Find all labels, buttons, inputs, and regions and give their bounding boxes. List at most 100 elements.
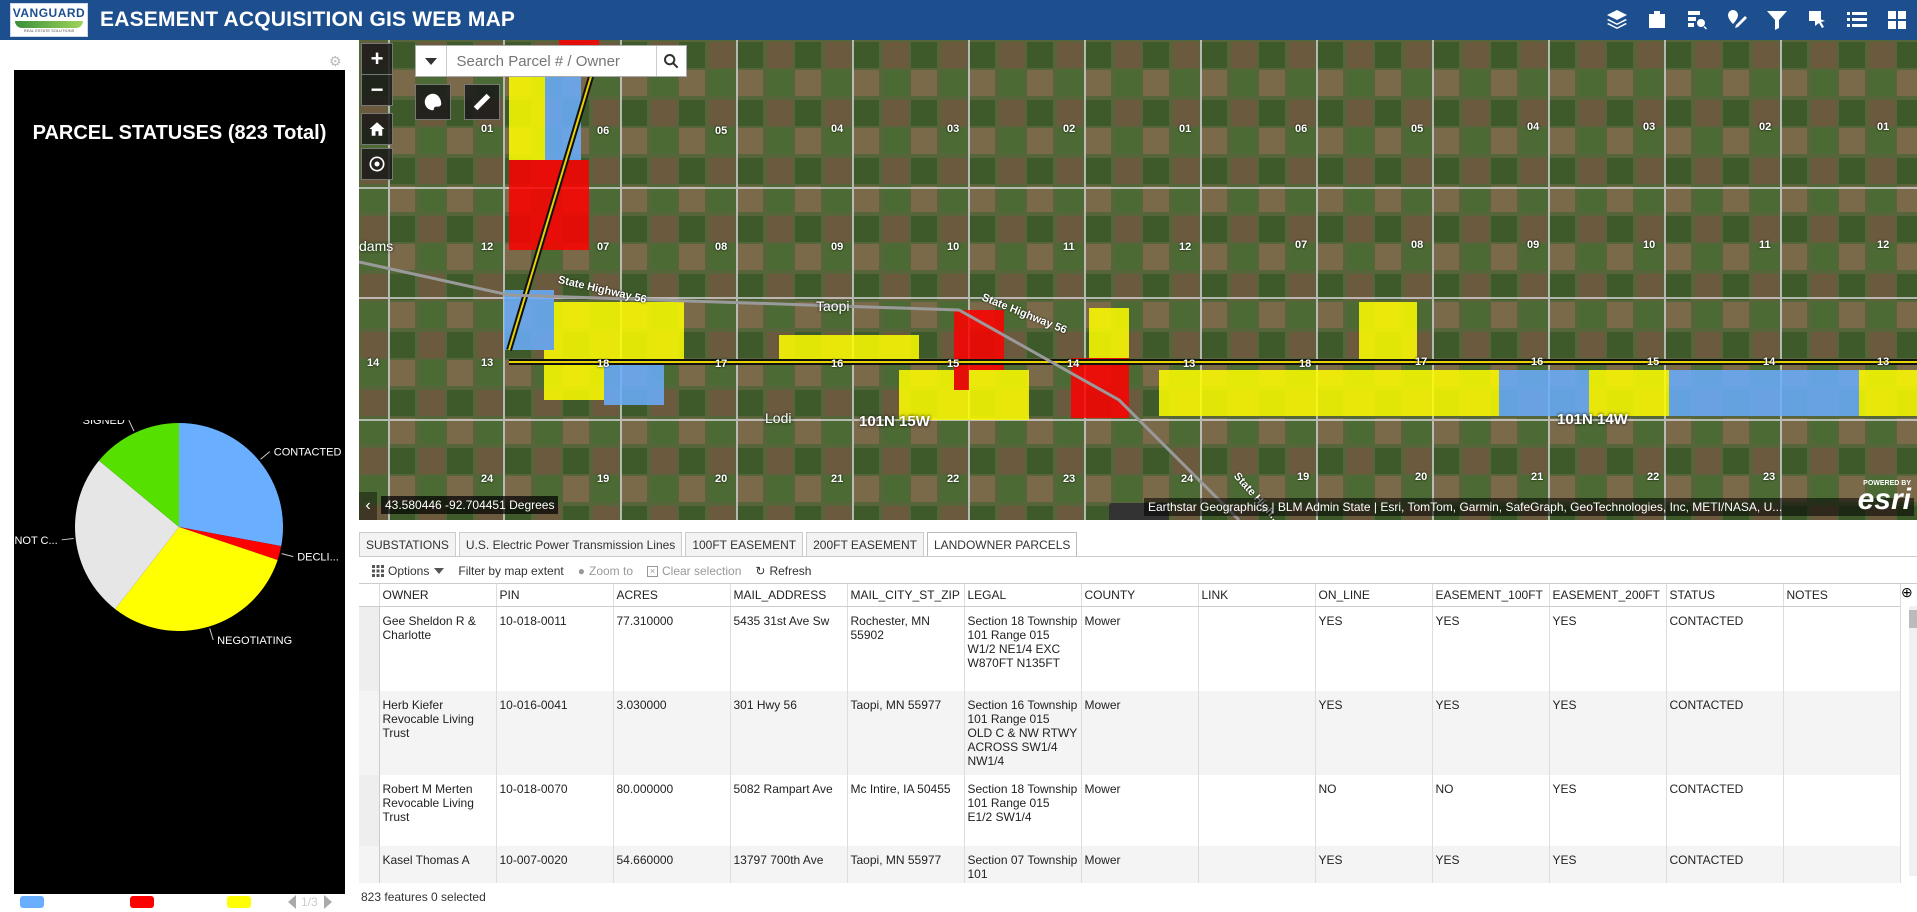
search-input[interactable] <box>446 46 656 76</box>
section-label: 05 <box>1411 123 1424 135</box>
legend-prev-icon[interactable] <box>288 895 296 909</box>
legend-page: 1/3 <box>301 895 318 909</box>
cell-status: CONTACTED <box>1666 775 1784 846</box>
query-icon[interactable] <box>1677 0 1717 40</box>
column-header[interactable]: LINK <box>1198 584 1316 607</box>
search-button[interactable] <box>655 46 687 76</box>
cell-pin: 10-007-0020 <box>496 846 614 883</box>
layers-icon[interactable] <box>1597 0 1637 40</box>
column-header[interactable]: EASEMENT_100FT <box>1432 584 1550 607</box>
pie-slice-contacted[interactable] <box>179 423 283 547</box>
basemap-button[interactable] <box>415 84 451 120</box>
tab-substations[interactable]: SUBSTATIONS <box>359 532 456 556</box>
section-label: 02 <box>1759 121 1772 133</box>
section-label: 12 <box>1877 239 1890 251</box>
refresh-button[interactable]: ↻ Refresh <box>755 564 811 578</box>
section-label: 07 <box>1295 239 1308 251</box>
chevron-down-icon <box>434 568 445 574</box>
cell-notes <box>1783 691 1901 775</box>
gear-icon[interactable]: ⚙ <box>329 54 343 68</box>
chart-container: PARCEL STATUSES (823 Total) CONTACTED DEC… <box>14 70 345 909</box>
zoom-to-button[interactable]: ● Zoom to <box>578 564 633 578</box>
add-column-icon[interactable]: ⊕ <box>1901 584 1917 604</box>
tab-100ft-easement[interactable]: 100FT EASEMENT <box>685 532 804 556</box>
app-header: VANGUARD REAL ESTATE SOLUTIONS EASEMENT … <box>0 0 1917 40</box>
column-header[interactable]: MAIL_CITY_ST_ZIP <box>847 584 965 607</box>
column-header[interactable]: PIN <box>496 584 614 607</box>
edit-icon[interactable] <box>1717 0 1757 40</box>
pin-icon: ● <box>577 564 585 578</box>
table-row[interactable]: Kasel Thomas A 10-007-0020 54.660000 137… <box>359 846 1901 883</box>
table-row[interactable]: Robert M Merten Revocable Living Trust 1… <box>359 775 1901 846</box>
column-header[interactable]: ON_LINE <box>1315 584 1433 607</box>
section-label: 24 <box>481 473 494 485</box>
cell-on-line: YES <box>1315 691 1433 775</box>
section-label: 08 <box>715 241 728 253</box>
tab-transmission-lines[interactable]: U.S. Electric Power Transmission Lines <box>458 532 683 556</box>
search-source-dropdown[interactable] <box>416 46 447 76</box>
section-label: 09 <box>1527 239 1540 251</box>
table-row[interactable]: Herb Kiefer Revocable Living Trust 10-01… <box>359 691 1901 775</box>
column-header[interactable]: EASEMENT_200FT <box>1549 584 1667 607</box>
column-header[interactable]: MAIL_ADDRESS <box>730 584 848 607</box>
table-row[interactable]: Gee Sheldon R & Charlotte 10-018-0011 77… <box>359 606 1901 691</box>
section-label: 17 <box>1415 356 1428 368</box>
cell-acres: 54.660000 <box>613 846 731 883</box>
tab-landowner-parcels[interactable]: LANDOWNER PARCELS <box>926 532 1078 556</box>
legend-item-contacted[interactable]: CONTACTED <box>20 896 118 908</box>
legend-swatch <box>227 896 252 908</box>
cell-link <box>1198 606 1316 691</box>
options-menu[interactable]: Options <box>372 564 445 578</box>
zoom-out-button[interactable]: − <box>361 74 393 106</box>
select-icon[interactable] <box>1797 0 1837 40</box>
legend-item-declined[interactable]: DECLINED <box>129 896 215 908</box>
section-label: 18 <box>1299 358 1312 370</box>
town-label: Taopi <box>816 298 850 314</box>
clear-selection-button[interactable]: × Clear selection <box>647 564 741 578</box>
column-header[interactable]: STATUS <box>1666 584 1784 607</box>
chart-legend: CONTACTED DECLINED NEGOTIA <box>20 892 319 912</box>
home-button[interactable] <box>361 113 393 145</box>
section-label: 16 <box>831 358 844 370</box>
map-view[interactable]: Taopi Lodi dams 101N 15W 101N 14W State … <box>359 40 1917 520</box>
filter-by-extent-button[interactable]: Filter by map extent <box>458 564 563 578</box>
column-header[interactable]: NOTES <box>1783 584 1901 607</box>
cell-status: CONTACTED <box>1666 606 1784 691</box>
cell-on-line: YES <box>1315 846 1433 883</box>
section-label: 20 <box>1415 471 1428 483</box>
logo-swoosh <box>15 20 83 28</box>
cell-mail-address: 301 Hwy 56 <box>730 691 848 775</box>
list-icon[interactable] <box>1837 0 1877 40</box>
table-scrollbar[interactable] <box>1909 606 1917 876</box>
section-label: 02 <box>1063 123 1076 135</box>
collapse-left-button[interactable]: ‹ <box>359 492 377 520</box>
column-header[interactable]: ACRES <box>613 584 731 607</box>
legend-next-icon[interactable] <box>323 895 332 909</box>
pie-label: SIGNED <box>83 420 125 427</box>
filter-icon[interactable] <box>1757 0 1797 40</box>
tab-200ft-easement[interactable]: 200FT EASEMENT <box>806 532 924 556</box>
row-selector[interactable] <box>359 775 380 846</box>
column-header[interactable]: OWNER <box>379 584 497 607</box>
column-header[interactable]: COUNTY <box>1081 584 1199 607</box>
locate-button[interactable] <box>361 148 393 180</box>
grid-icon[interactable] <box>1877 0 1917 40</box>
row-selector[interactable] <box>359 846 380 883</box>
section-label: 13 <box>1183 358 1196 370</box>
section-label: 15 <box>947 358 960 370</box>
cell-county: Mower <box>1081 606 1199 691</box>
scrollbar-thumb[interactable] <box>1909 610 1917 628</box>
attribute-table: OWNER PIN ACRES MAIL_ADDRESS MAIL_CITY_S… <box>359 583 1917 883</box>
chevron-down-icon <box>424 57 437 65</box>
measure-button[interactable] <box>464 84 500 120</box>
section-label: 05 <box>715 125 728 137</box>
township-label: 101N 15W <box>859 413 930 430</box>
section-label: 13 <box>481 357 494 369</box>
column-header[interactable]: LEGAL <box>964 584 1082 607</box>
search-box <box>415 45 687 77</box>
pie-leader-line <box>281 553 294 558</box>
row-selector[interactable] <box>359 691 380 775</box>
briefcase-icon[interactable] <box>1637 0 1677 40</box>
zoom-in-button[interactable]: + <box>361 43 393 75</box>
row-selector[interactable] <box>359 606 380 691</box>
